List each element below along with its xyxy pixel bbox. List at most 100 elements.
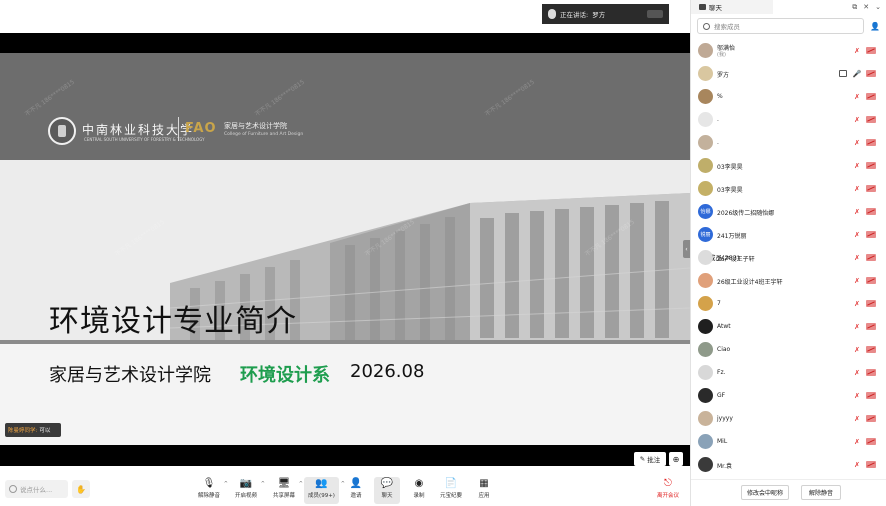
member-row[interactable]: Atwt ✗ [691, 315, 886, 338]
chat-button[interactable]: 💬 聊天 [374, 477, 400, 504]
member-row[interactable]: GF ✗ [691, 384, 886, 407]
avatar [698, 411, 713, 426]
member-row[interactable]: Fz. ✗ [691, 361, 886, 384]
camera-off-icon [866, 461, 876, 468]
member-name: 2026级传二招随怡娜 [717, 210, 775, 217]
college-name: 家居与艺术设计学院 [224, 122, 287, 130]
start-video-button[interactable]: 📷 开启视频 ^ [233, 477, 265, 504]
mic-off-icon: ✗ [854, 184, 860, 193]
member-self-tag: (我) [717, 52, 726, 58]
member-row[interactable]: Mr.袁 ✗ [691, 453, 886, 476]
mic-off-icon: ✗ [854, 414, 860, 423]
chevron-down-icon[interactable]: ⌄ [875, 3, 881, 11]
chat-placeholder: 说点什么... [20, 486, 53, 494]
members-button[interactable]: 👥 成员(99+) ^ [304, 477, 345, 504]
annotate-button[interactable]: ✎ 批注 [634, 452, 666, 466]
member-name: 26级工业设计4班王宇轩 [717, 279, 783, 286]
rename-button[interactable]: 修改会中昵称 [741, 485, 789, 500]
chat-quick-input[interactable]: 说点什么... [5, 480, 68, 498]
meeting-stage: 正在讲话: 罗方 中南林业科技大学 CENTRAL SOUTH UNIVERSI… [0, 0, 690, 506]
invite-button[interactable]: 👤 邀请 [345, 477, 367, 504]
unmute-self-button[interactable]: 解除静音 [801, 485, 841, 500]
slide-subtitle-department: 环境设计系 [240, 365, 330, 386]
document-icon: 📄 [444, 478, 458, 489]
member-name: jyyyy [717, 415, 733, 422]
raise-hand-button[interactable]: ✋ [72, 480, 90, 498]
member-row[interactable]: % ✗ [691, 85, 886, 108]
annotate-label: 批注 [647, 456, 661, 464]
chevron-up-icon[interactable]: ^ [224, 481, 228, 487]
tab-chat[interactable]: 聊天 [691, 0, 773, 14]
avatar [698, 89, 713, 104]
camera-off-icon [866, 47, 876, 54]
member-row[interactable]: Ciao ✗ [691, 338, 886, 361]
meeting-toolbar: 说点什么... ✋ 🎙 解除静音 ^ 📷 开启视频 ^ 🖥 共享屏幕 ^ 👥 成… [0, 470, 690, 506]
panel-footer: 修改会中昵称 解除静音 [691, 479, 886, 506]
member-row[interactable]: MiL ✗ [691, 430, 886, 453]
member-row[interactable]: 怡娜 2026级传二招随怡娜 ✗ [691, 200, 886, 223]
avatar [698, 112, 713, 127]
member-name: . [717, 116, 719, 123]
camera-off-icon: 📷 [239, 478, 253, 489]
member-name: Mr.袁 [717, 463, 733, 470]
member-name: 03李昊昊 [717, 187, 743, 194]
apps-button[interactable]: ▦ 应用 [473, 477, 495, 504]
chevron-up-icon[interactable]: ^ [261, 481, 265, 487]
collapse-panel-button[interactable]: ‹ [683, 240, 690, 258]
chevron-up-icon[interactable]: ^ [299, 481, 303, 487]
add-user-icon: 👤 [349, 478, 363, 489]
mic-off-icon: ✗ [854, 345, 860, 354]
speaking-indicator[interactable]: 正在讲话: 罗方 [542, 4, 669, 24]
camera-off-icon [866, 438, 876, 445]
ai-summary-label: 元宝纪要 [439, 493, 462, 499]
member-row[interactable]: 03李昊昊 ✗ [691, 154, 886, 177]
mic-off-icon: 🎙 [202, 478, 216, 489]
emoji-icon[interactable] [9, 485, 17, 493]
member-name: 26产设王子轩 [717, 256, 755, 263]
mic-off-icon: ✗ [854, 115, 860, 124]
popout-icon[interactable]: ⧉ [852, 3, 857, 12]
member-row[interactable]: 邬满怡 (我) ✗ [691, 39, 886, 62]
mic-off-icon: ✗ [854, 230, 860, 239]
add-member-icon[interactable]: 👤 [869, 20, 881, 32]
camera-off-icon [866, 346, 876, 353]
panel-tabs: 聊天 成员(283) ⧉ ✕ ⌄ [691, 0, 886, 475]
ai-summary-button[interactable]: 📄 元宝纪要 [438, 477, 464, 504]
drag-grip-icon[interactable] [647, 10, 663, 18]
member-row[interactable]: . ✗ [691, 131, 886, 154]
caption-sender: 陈曼婷同学: [8, 428, 38, 434]
member-name: Fz. [717, 369, 726, 376]
search-placeholder: 搜索成员 [714, 23, 740, 31]
unmute-button[interactable]: 🎙 解除静音 ^ [196, 477, 228, 504]
member-row[interactable]: 26产设王子轩 ✗ [691, 246, 886, 269]
avatar [698, 365, 713, 380]
speaking-label: 正在讲话: [560, 11, 589, 19]
avatar: 怡娜 [698, 204, 713, 219]
share-screen-button[interactable]: 🖥 共享屏幕 ^ [271, 477, 303, 504]
member-row[interactable]: . ✗ [691, 108, 886, 131]
side-panel: 聊天 成员(283) ⧉ ✕ ⌄ 搜索成员 👤 邬满怡 (我) ✗ 罗方 🎤% ✗. ✗. ✗… [690, 0, 886, 506]
avatar [698, 181, 713, 196]
caption-text: 可以 [39, 428, 51, 434]
camera-off-icon [866, 369, 876, 376]
chat-label: 聊天 [381, 493, 393, 499]
mic-off-icon: ✗ [854, 46, 860, 55]
chat-caption-toast: 陈曼婷同学: 可以 [5, 423, 61, 437]
member-search-input[interactable]: 搜索成员 [697, 18, 864, 34]
member-row[interactable]: 罗方 🎤 [691, 62, 886, 85]
zoom-in-icon[interactable]: ⊕ [669, 452, 683, 466]
record-button[interactable]: ◉ 录制 [408, 477, 430, 504]
avatar [698, 434, 713, 449]
member-row[interactable]: 锐丽 241万锐丽 ✗ [691, 223, 886, 246]
member-row[interactable]: 7 ✗ [691, 292, 886, 315]
member-row[interactable]: 26级工业设计4班王宇轩 ✗ [691, 269, 886, 292]
university-seal-icon [48, 117, 76, 145]
close-icon[interactable]: ✕ [863, 3, 869, 11]
member-row[interactable]: jyyyy ✗ [691, 407, 886, 430]
tab-chat-label: 聊天 [709, 4, 722, 12]
pen-icon: ✎ [639, 455, 646, 463]
camera-off-icon [866, 208, 876, 215]
leave-meeting-button[interactable]: ⎋ 离开会议 [652, 477, 684, 504]
member-row[interactable]: 03李昊昊 ✗ [691, 177, 886, 200]
camera-off-icon [866, 254, 876, 261]
